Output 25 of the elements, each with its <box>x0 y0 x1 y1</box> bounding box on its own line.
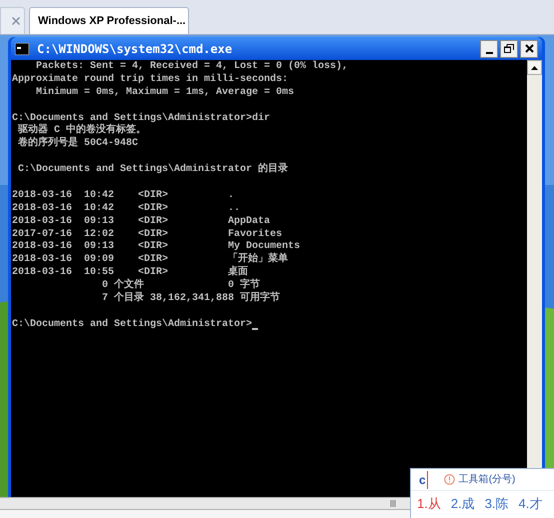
console-line: 2018-03-16 10:42 <DIR> .. <box>12 202 240 216</box>
console-line: 2018-03-16 09:13 <DIR> My Documents <box>12 241 300 252</box>
console-line: Approximate round trip times in milli-seconds: <box>12 74 288 86</box>
toolbox-hint: 工具箱(分号) <box>458 473 516 487</box>
console-line: 0 个文件 0 字节 <box>101 280 260 292</box>
console-line: 7 个目录 38,162,341,888 可用字节 <box>101 293 280 306</box>
console-line: 2017-07-16 12:02 <DIR> Favorites <box>12 228 282 241</box>
ime-candidate[interactable]: 4.才 <box>518 494 542 514</box>
console-line: C:\Documents and Settings\Administrator>dir <box>12 112 270 124</box>
console-line: 卷的序列号是 50C4-948C <box>17 138 138 152</box>
ime-candidate[interactable]: 1.从 <box>417 494 441 514</box>
tab-label: Windows XP Professional-... <box>38 14 186 29</box>
console-line: 2018-03-16 09:09 <DIR> 「开始」菜单 <box>12 254 288 266</box>
ime-candidate[interactable]: 2.成 <box>450 494 475 514</box>
ime-candidate[interactable]: 3.陈 <box>484 494 509 514</box>
console-line: Minimum = 0ms, Maximum = 1ms, Average = 0ms <box>35 86 294 100</box>
console-line: 2018-03-16 09:13 <DIR> AppData <box>12 216 270 228</box>
window-title: C:\WINDOWS\system32\cmd.exe <box>37 40 232 58</box>
console-line: 2018-03-16 10:42 <DIR> . <box>12 190 234 203</box>
console-line: C:\Documents and Settings\Administrator> <box>12 318 252 332</box>
console-line: 驱动器 C 中的卷没有标签。 <box>16 125 146 136</box>
browser-tab[interactable]: Windows XP Professional-... <box>29 7 189 34</box>
console-line: Packets: Sent = 4, Received = 4, Lost = 0 (0% loss), <box>35 60 348 74</box>
console-line: C:\Documents and Settings\Administrator 的目录 <box>17 164 288 178</box>
console-line: 2018-03-16 10:55 <DIR> 桌面 <box>12 267 248 278</box>
